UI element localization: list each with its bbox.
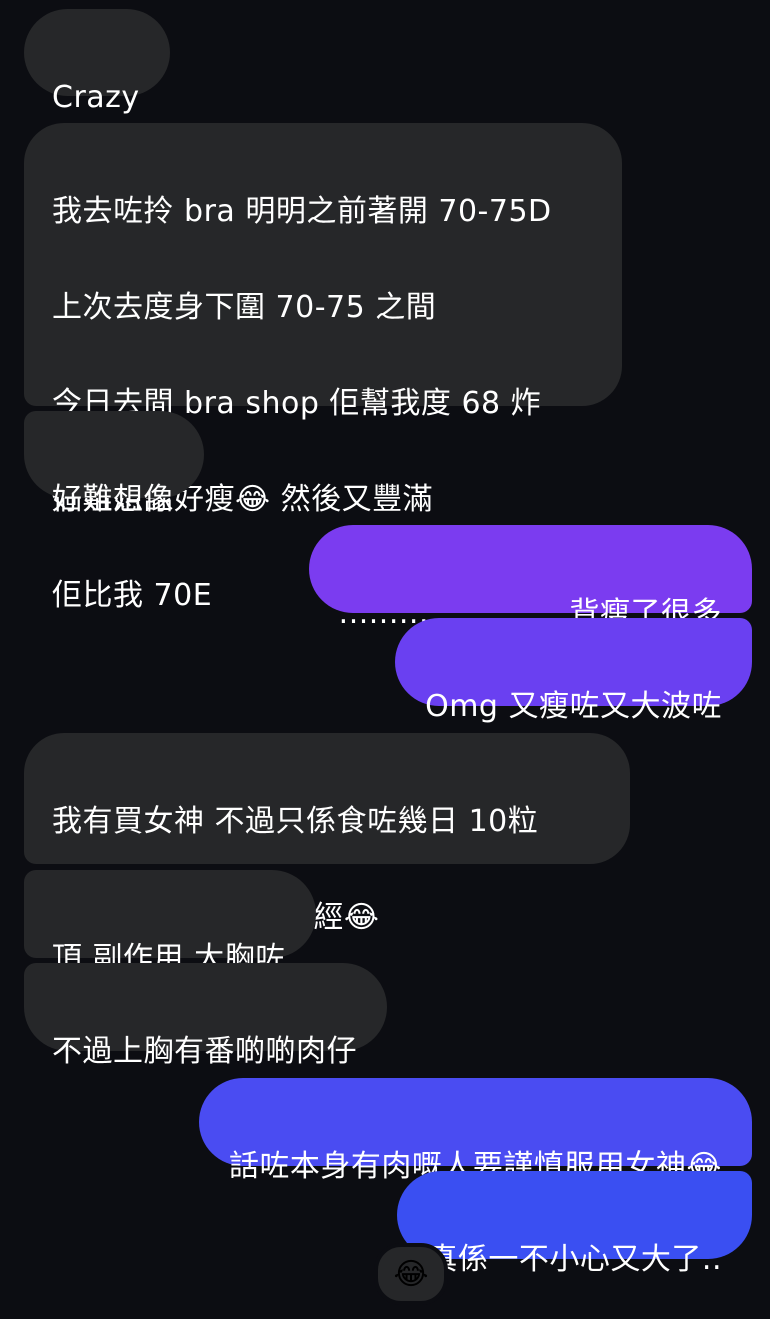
- outgoing-message[interactable]: 話咗本身有肉嘅人要謹慎服用女神😂: [198, 1078, 752, 1184]
- tears-of-joy-emoji-icon: 😂: [393, 1256, 429, 1292]
- incoming-message[interactable]: Crazy: [24, 9, 170, 115]
- chat-thread[interactable]: Crazy 我去咗拎 bra 明明之前著開 70-75D 上次去度身下圍 70-…: [0, 0, 770, 1319]
- incoming-message[interactable]: 我有買女神 不過只係食咗幾日 10粒 之內🥹 我諗住催下經😂: [24, 733, 630, 935]
- incoming-message[interactable]: 不過上胸有番啲啲肉仔: [24, 963, 387, 1069]
- message-text: 我有買女神 不過只係食咗幾日 10粒: [52, 804, 539, 839]
- outgoing-message[interactable]: Omg 又瘦咗又大波咗: [395, 618, 752, 724]
- incoming-message[interactable]: 我去咗拎 bra 明明之前著開 70-75D 上次去度身下圍 70-75 之間 …: [24, 123, 622, 613]
- message-text: Omg 又瘦咗又大波咗: [425, 689, 722, 724]
- outgoing-message[interactable]: 真係一不小心又大了..: [397, 1171, 752, 1277]
- message-text: Crazy: [52, 80, 140, 115]
- message-text: 不過上胸有番啲啲肉仔: [52, 1034, 357, 1069]
- outgoing-message[interactable]: .......................背瘦了很多: [308, 525, 752, 631]
- message-text: 上次去度身下圍 70-75 之間: [52, 290, 437, 325]
- message-text: 真係一不小心又大了..: [427, 1242, 722, 1277]
- message-reaction[interactable]: 😂: [374, 1243, 448, 1305]
- message-text: 我去咗拎 bra 明明之前著開 70-75D: [52, 194, 552, 229]
- message-text: 好難想像: [52, 482, 174, 517]
- incoming-message[interactable]: 頂 副作用 大胸咗: [24, 870, 316, 976]
- incoming-message[interactable]: 好難想像: [24, 411, 204, 517]
